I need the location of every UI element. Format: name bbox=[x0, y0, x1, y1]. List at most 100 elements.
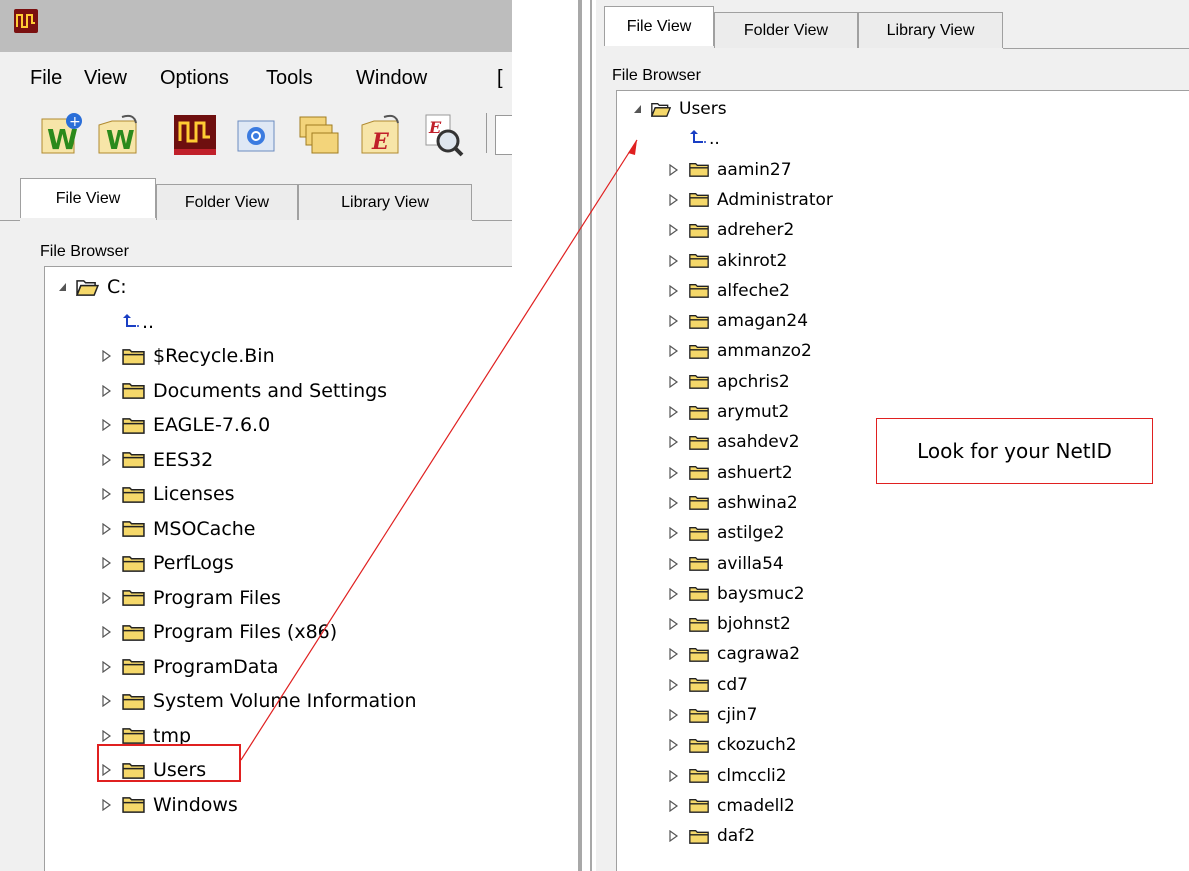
open-project-icon[interactable]: W bbox=[96, 111, 142, 157]
folder-row[interactable]: alfeche2 bbox=[669, 276, 790, 306]
menu-options[interactable]: Options bbox=[160, 67, 229, 90]
expand-arrow-icon[interactable] bbox=[669, 375, 679, 388]
expand-arrow-icon[interactable] bbox=[669, 678, 679, 691]
folder-row[interactable]: astilge2 bbox=[669, 518, 784, 548]
folder-row[interactable]: bjohnst2 bbox=[669, 609, 791, 639]
expand-arrow-icon[interactable] bbox=[669, 618, 679, 631]
tab-file-view[interactable]: File View bbox=[604, 6, 714, 46]
folder-row[interactable]: Program Files bbox=[102, 583, 281, 613]
expand-arrow-icon[interactable] bbox=[669, 315, 679, 328]
expand-arrow-icon[interactable] bbox=[669, 193, 679, 206]
expand-arrow-icon[interactable] bbox=[102, 626, 112, 638]
expand-arrow-icon[interactable] bbox=[102, 729, 112, 742]
menu-tools[interactable]: Tools bbox=[266, 67, 313, 90]
tree-root-row[interactable]: C: bbox=[58, 272, 127, 302]
open-file-icon[interactable]: E bbox=[358, 111, 404, 157]
parent-dir-row[interactable]: .. bbox=[689, 124, 720, 154]
parent-dir-row[interactable]: .. bbox=[122, 307, 154, 337]
folder-row[interactable]: daf2 bbox=[669, 821, 755, 851]
partial-toolbar-icon[interactable] bbox=[495, 115, 512, 155]
collapse-arrow-icon[interactable] bbox=[633, 103, 643, 115]
expand-arrow-icon[interactable] bbox=[102, 557, 112, 569]
folder-row[interactable]: EAGLE-7.6.0 bbox=[102, 410, 270, 440]
expand-arrow-icon[interactable] bbox=[669, 648, 679, 661]
folder-row[interactable]: Documents and Settings bbox=[102, 376, 387, 406]
menu-window[interactable]: Window bbox=[356, 67, 427, 90]
folder-row[interactable]: clmccli2 bbox=[669, 761, 787, 791]
new-project-icon[interactable]: W + bbox=[38, 111, 84, 157]
folder-row[interactable]: akinrot2 bbox=[669, 246, 787, 276]
tab-file-view[interactable]: File View bbox=[20, 178, 156, 218]
expand-arrow-icon[interactable] bbox=[102, 384, 112, 397]
expand-arrow-icon[interactable] bbox=[669, 224, 679, 237]
folder-row[interactable]: asahdev2 bbox=[669, 427, 800, 457]
expand-arrow-icon[interactable] bbox=[669, 799, 679, 812]
tab-folder-view[interactable]: Folder View bbox=[156, 184, 298, 220]
expand-arrow-icon[interactable] bbox=[102, 660, 112, 673]
expand-arrow-icon[interactable] bbox=[669, 769, 679, 782]
expand-arrow-icon[interactable] bbox=[669, 587, 679, 600]
expand-arrow-icon[interactable] bbox=[669, 830, 679, 843]
expand-arrow-icon[interactable] bbox=[102, 695, 112, 707]
expand-arrow-icon[interactable] bbox=[669, 345, 679, 358]
tab-library-view[interactable]: Library View bbox=[298, 184, 472, 220]
folder-row[interactable]: Administrator bbox=[669, 185, 833, 215]
folder-row[interactable]: avilla54 bbox=[669, 549, 784, 579]
expand-arrow-icon[interactable] bbox=[669, 709, 679, 721]
folder-row[interactable]: arymut2 bbox=[669, 397, 789, 427]
folder-row[interactable]: Licenses bbox=[102, 479, 235, 509]
folder-row[interactable]: Program Files (x86) bbox=[102, 617, 337, 647]
folder-row[interactable]: Windows bbox=[102, 790, 238, 820]
expand-arrow-icon[interactable] bbox=[102, 350, 112, 362]
folder-row[interactable]: baysmuc2 bbox=[669, 579, 805, 609]
folder-row[interactable]: adreher2 bbox=[669, 215, 794, 245]
folder-row[interactable]: ProgramData bbox=[102, 652, 279, 682]
menu-view[interactable]: View bbox=[84, 67, 127, 90]
folder-row[interactable]: cd7 bbox=[669, 670, 748, 700]
expand-arrow-icon[interactable] bbox=[102, 591, 112, 604]
expand-arrow-icon[interactable] bbox=[669, 284, 679, 297]
folder-row[interactable]: System Volume Information bbox=[102, 686, 417, 716]
folder-row[interactable]: ckozuch2 bbox=[669, 730, 797, 760]
tab-folder-view[interactable]: Folder View bbox=[714, 12, 858, 48]
folder-row[interactable]: cmadell2 bbox=[669, 791, 795, 821]
expand-arrow-icon[interactable] bbox=[102, 453, 112, 466]
find-icon[interactable]: E bbox=[420, 111, 466, 157]
power-icon[interactable] bbox=[234, 111, 280, 157]
folder-row[interactable]: ashuert2 bbox=[669, 458, 793, 488]
tab-label: Library View bbox=[341, 193, 429, 211]
expand-arrow-icon[interactable] bbox=[669, 466, 679, 479]
folder-row[interactable]: cagrawa2 bbox=[669, 639, 800, 669]
folder-row[interactable]: MSOCache bbox=[102, 514, 256, 544]
menu-file[interactable]: File bbox=[30, 67, 62, 90]
folder-row[interactable]: EES32 bbox=[102, 445, 213, 475]
folder-row[interactable]: ashwina2 bbox=[669, 488, 798, 518]
expand-arrow-icon[interactable] bbox=[102, 798, 112, 811]
expand-arrow-icon[interactable] bbox=[669, 163, 679, 176]
expand-arrow-icon[interactable] bbox=[669, 406, 679, 418]
expand-arrow-icon[interactable] bbox=[669, 496, 679, 509]
tree-root-row[interactable]: Users bbox=[633, 94, 727, 124]
parent-dir-label: .. bbox=[142, 310, 155, 333]
folder-row[interactable]: PerfLogs bbox=[102, 548, 234, 578]
expand-arrow-icon[interactable] bbox=[669, 557, 679, 570]
folder-row[interactable]: $Recycle.Bin bbox=[102, 341, 275, 371]
expand-arrow-icon[interactable] bbox=[669, 436, 679, 449]
tab-library-view[interactable]: Library View bbox=[858, 12, 1003, 48]
folder-row[interactable]: aamin27 bbox=[669, 155, 792, 185]
expand-arrow-icon[interactable] bbox=[669, 527, 679, 540]
folder-row[interactable]: ammanzo2 bbox=[669, 336, 812, 366]
expand-arrow-icon[interactable] bbox=[669, 739, 679, 752]
folder-row[interactable]: cjin7 bbox=[669, 700, 757, 730]
collapse-arrow-icon[interactable] bbox=[58, 281, 68, 293]
menu-partial[interactable]: [ bbox=[497, 67, 503, 90]
expand-arrow-icon[interactable] bbox=[102, 488, 112, 500]
expand-arrow-icon[interactable] bbox=[102, 522, 112, 535]
folder-row[interactable]: amagan24 bbox=[669, 306, 808, 336]
expand-arrow-icon[interactable] bbox=[102, 419, 112, 431]
run-icon[interactable] bbox=[172, 111, 218, 157]
folder-row[interactable]: apchris2 bbox=[669, 367, 790, 397]
copy-files-icon[interactable] bbox=[296, 111, 342, 157]
tab-label: File View bbox=[626, 17, 692, 35]
expand-arrow-icon[interactable] bbox=[669, 254, 679, 267]
